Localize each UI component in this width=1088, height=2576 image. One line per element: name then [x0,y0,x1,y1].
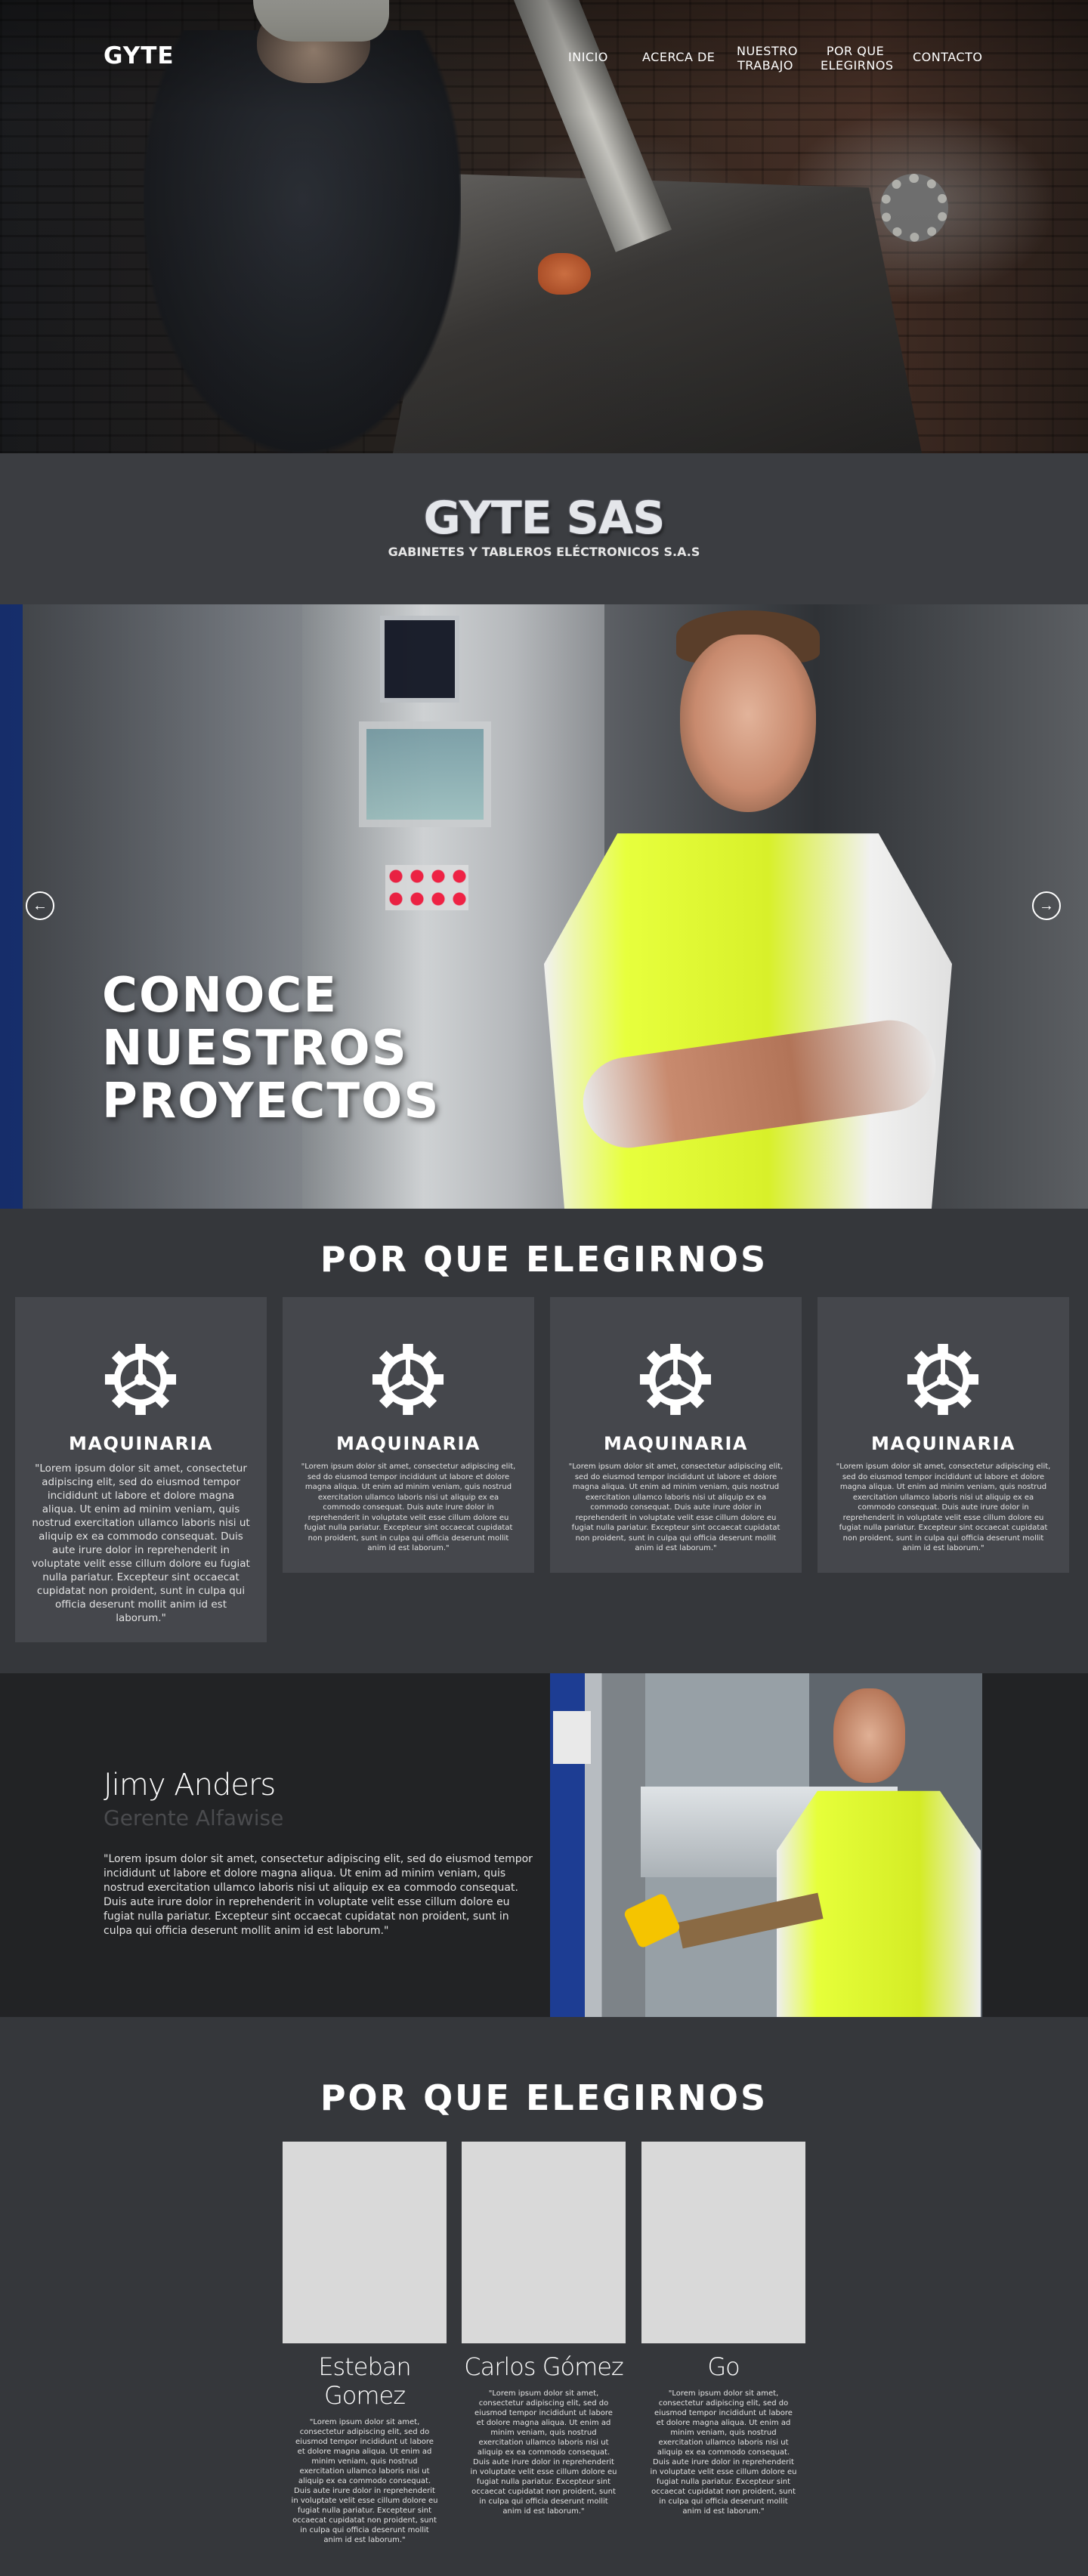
feature-card-text: "Lorem ipsum dolor sit amet, consectetur… [32,1463,250,1624]
feature-card-title: MAQUINARIA [871,1433,1015,1454]
nav-link-acerca-de[interactable]: ACERCA DE [642,50,715,64]
feature-card-title: MAQUINARIA [336,1433,481,1454]
team-section: POR QUE ELEGIRNOS Esteban Gomez "Lorem i… [0,2017,1088,2576]
team-member-name: Carlos Gómez [464,2352,623,2381]
brand-subtitle: GABINETES Y TABLEROS ELÉCTRONICOS S.A.S [388,545,700,559]
avatar [283,2142,447,2343]
slider-prev-button[interactable]: ← [26,891,54,920]
feature-card-text: "Lorem ipsum dolor sit amet, consectetur… [568,1463,784,1552]
slide-title: CONOCE NUESTROS PROYECTOS [102,968,440,1129]
site-logo[interactable]: GYTE [104,42,175,69]
nav-link-nuestro-trabajo[interactable]: NUESTRO TRABAJO [737,44,797,73]
feature-card-title: MAQUINARIA [69,1433,213,1454]
slider-next-button[interactable]: → [1032,891,1061,920]
photo-worker-head [833,1688,905,1783]
testimonial-photo [550,1673,982,2017]
avatar [462,2142,626,2343]
feature-card-text: "Lorem ipsum dolor sit amet, consectetur… [301,1463,516,1552]
arrow-left-icon: ← [32,897,48,914]
team-member-name: Go [707,2352,740,2381]
testimonial-section: Jimy Anders Gerente Alfawise "Lorem ipsu… [0,1673,1088,2017]
brand-title: GYTE SAS [423,492,665,545]
team-member-text: "Lorem ipsum dolor sit amet, consectetur… [470,2389,617,2516]
photo-meter [623,1892,682,1950]
feature-card: MAQUINARIA "Lorem ipsum dolor sit amet, … [283,1297,534,1573]
feature-card-title: MAQUINARIA [604,1433,748,1454]
avatar [641,2142,805,2343]
team-member: Carlos Gómez "Lorem ipsum dolor sit amet… [462,2142,626,2516]
gear-icon [907,1343,979,1416]
section-title: POR QUE ELEGIRNOS [320,2077,768,2118]
testimonial-quote: "Lorem ipsum dolor sit amet, consectetur… [104,1853,533,1937]
why-choose-us-section: POR QUE ELEGIRNOS MAQUINARIA "Lorem ipsu… [0,1209,1088,1673]
projects-slider: CONOCE NUESTROS PROYECTOS ← → [0,604,1088,1209]
nav-link-contacto[interactable]: CONTACTO [913,50,982,64]
testimonial-role: Gerente Alfawise [104,1805,284,1830]
team-member-text: "Lorem ipsum dolor sit amet, consectetur… [291,2418,438,2544]
team-member-name: Esteban Gomez [318,2352,411,2410]
top-navigation: GYTE INICIO ACERCA DE NUESTRO TRABAJO PO… [0,0,1088,113]
photo-notice-sheet [553,1711,591,1764]
feature-card-text: "Lorem ipsum dolor sit amet, consectetur… [836,1463,1051,1552]
nav-link-por-que-elegirnos[interactable]: POR QUE ELEGIRNOS [821,44,893,73]
arrow-right-icon: → [1039,897,1054,914]
gear-icon [372,1343,444,1416]
team-member: Go "Lorem ipsum dolor sit amet, consecte… [641,2142,805,2516]
feature-card: MAQUINARIA "Lorem ipsum dolor sit amet, … [15,1297,267,1642]
gear-icon [104,1343,177,1416]
feature-card: MAQUINARIA "Lorem ipsum dolor sit amet, … [818,1297,1069,1573]
nav-link-inicio[interactable]: INICIO [568,50,608,64]
feature-card: MAQUINARIA "Lorem ipsum dolor sit amet, … [550,1297,802,1573]
team-member: Esteban Gomez "Lorem ipsum dolor sit ame… [283,2142,447,2545]
section-title: POR QUE ELEGIRNOS [320,1239,768,1280]
team-member-text: "Lorem ipsum dolor sit amet, consectetur… [650,2389,797,2516]
hero-section: GYTE INICIO ACERCA DE NUESTRO TRABAJO PO… [0,0,1088,453]
gear-icon [639,1343,712,1416]
testimonial-name: Jimy Anders [104,1768,276,1802]
brand-section: GYTE SAS GABINETES Y TABLEROS ELÉCTRONIC… [0,453,1088,604]
